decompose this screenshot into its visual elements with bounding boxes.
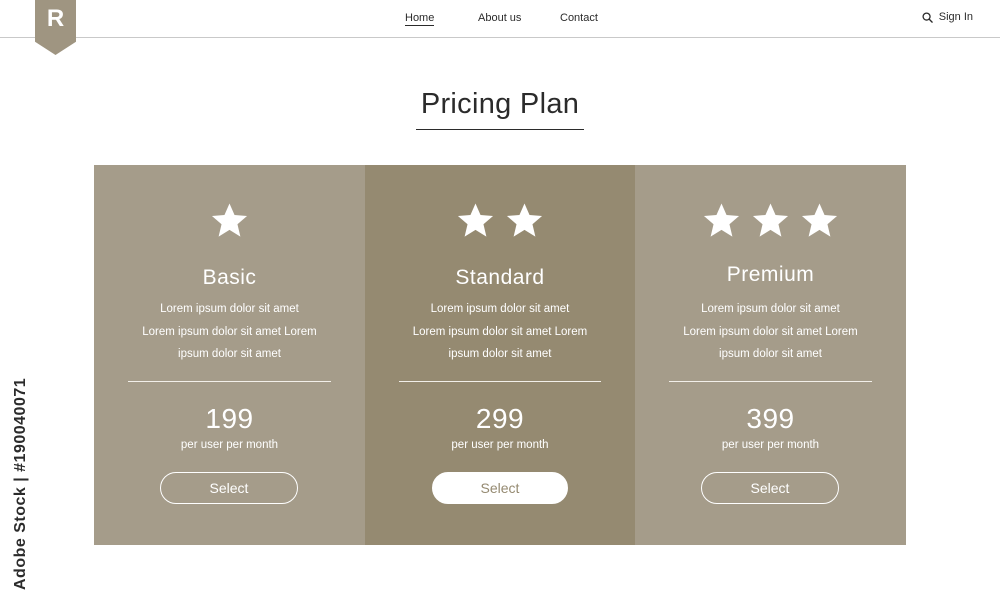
rating-stars — [635, 201, 906, 240]
plan-price: 199 — [205, 403, 254, 434]
logo-letter: R — [46, 5, 65, 32]
description-line: Lorem ipsum dolor sit amet Lorem — [683, 325, 858, 338]
plan-description: Lorem ipsum dolor sit amet Lorem ipsum d… — [655, 298, 886, 366]
divider — [399, 381, 601, 382]
stock-id-watermark: Adobe Stock | #190040071 — [12, 377, 29, 590]
description-line: ipsum dolor sit amet — [719, 348, 822, 360]
description-line: Lorem ipsum dolor sit amet — [430, 303, 570, 315]
plan-card-premium: Premium Lorem ipsum dolor sit amet Lorem… — [635, 165, 906, 545]
nav-contact[interactable]: Contact — [560, 12, 598, 24]
plan-card-standard: Standard Lorem ipsum dolor sit amet Lore… — [365, 165, 635, 545]
sign-in-button[interactable]: Sign In — [922, 11, 973, 23]
plan-period: per user per month — [180, 439, 279, 451]
description-line: Lorem ipsum dolor sit amet Lorem — [412, 325, 588, 338]
star-icon — [801, 203, 838, 237]
description-line: ipsum dolor sit amet — [448, 348, 552, 360]
plan-card-basic: Basic Lorem ipsum dolor sit amet Lorem i… — [94, 165, 365, 545]
divider — [669, 381, 872, 382]
rating-stars — [365, 201, 635, 240]
star-icon — [752, 203, 789, 237]
logo[interactable]: R — [35, 0, 76, 55]
plan-name: Basic — [202, 266, 257, 289]
star-icon — [506, 203, 543, 237]
select-premium-button[interactable]: Select — [701, 472, 839, 504]
nav-home[interactable]: Home — [405, 12, 435, 26]
nav-about-us[interactable]: About us — [478, 12, 521, 24]
page-title: Pricing Plan — [420, 88, 580, 120]
divider — [128, 381, 331, 382]
description-line: Lorem ipsum dolor sit amet — [701, 303, 840, 315]
select-standard-button[interactable]: Select — [432, 472, 568, 504]
star-icon — [703, 203, 740, 237]
plan-period: per user per month — [721, 439, 820, 451]
description-line: Lorem ipsum dolor sit amet — [160, 303, 299, 315]
plan-name: Premium — [726, 263, 815, 286]
description-line: ipsum dolor sit amet — [178, 348, 281, 360]
plan-description: Lorem ipsum dolor sit amet Lorem ipsum d… — [385, 298, 615, 366]
plan-period: per user per month — [451, 439, 549, 451]
star-icon — [211, 203, 248, 237]
plan-description: Lorem ipsum dolor sit amet Lorem ipsum d… — [114, 298, 345, 366]
search-icon[interactable] — [922, 11, 933, 23]
plan-price: 299 — [475, 403, 525, 434]
sign-in-label: Sign In — [938, 11, 973, 23]
title-underline — [416, 129, 584, 130]
plan-name: Standard — [455, 266, 545, 289]
header: R Home About us Contact Sign In — [0, 0, 1000, 55]
description-line: Lorem ipsum dolor sit amet Lorem — [142, 325, 317, 338]
rating-stars — [94, 201, 365, 240]
star-icon — [457, 203, 494, 237]
plan-price: 399 — [746, 403, 795, 434]
select-basic-button[interactable]: Select — [160, 472, 298, 504]
